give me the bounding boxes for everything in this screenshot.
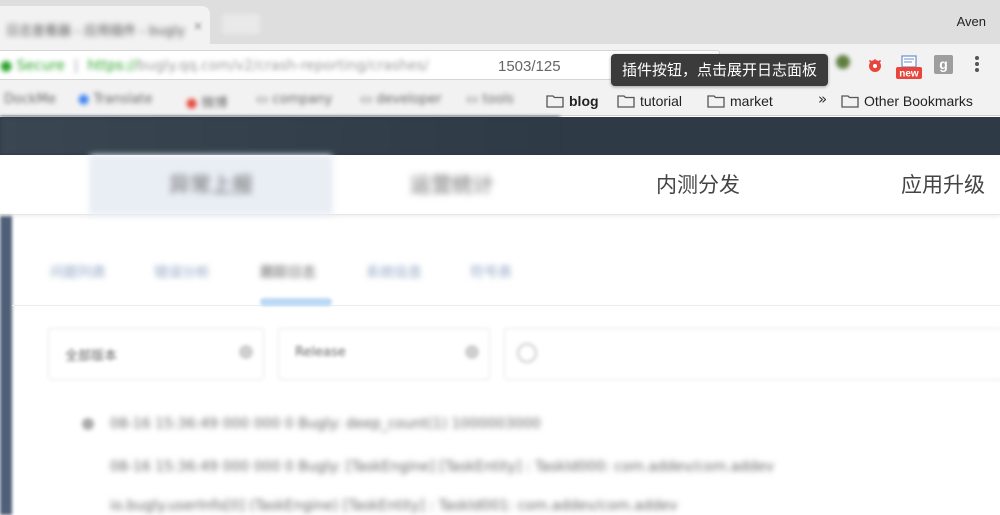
log-plugin-icon[interactable] <box>866 56 884 74</box>
new-tab-button[interactable] <box>222 14 260 34</box>
nav-item-beta-distribution[interactable]: 内测分发 <box>656 155 740 215</box>
subtab-issues[interactable]: 问题列表 <box>50 262 106 282</box>
g-extension-icon[interactable]: g <box>934 55 953 74</box>
nav-item-app-upgrade[interactable]: 应用升级 <box>901 155 985 215</box>
sub-tabs: 问题列表 错误分析 跟踪日志 系统信息 符号表 <box>12 216 1000 306</box>
filter-bar: 全部版本 Release <box>12 306 1000 406</box>
url-scheme: https:// <box>87 58 138 74</box>
version-select-value: 全部版本 <box>65 349 118 364</box>
url-path: /v2/crash-reporting/crashes/ <box>230 58 429 74</box>
folder-icon <box>546 95 564 108</box>
url-host: bugly.qq.com <box>137 58 231 74</box>
folder-icon <box>841 95 859 108</box>
browser-tab[interactable]: 日志查看器 - 应用插件 - bugly × <box>0 6 210 44</box>
version-select[interactable]: 全部版本 <box>48 328 264 380</box>
log-line: io.bugly.userInfo[0] (TaskEngine) [TaskE… <box>110 498 678 514</box>
clear-icon[interactable] <box>239 345 253 359</box>
tab-title: 日志查看器 - 应用插件 - bugly <box>6 24 185 39</box>
extension-icon[interactable] <box>836 55 850 69</box>
nav-label: 运营统计 <box>410 173 494 197</box>
clear-icon[interactable] <box>465 345 479 359</box>
nav-item-crash-report[interactable]: 异常上报 <box>90 155 332 215</box>
bookmark-blurred[interactable]: ● 微博 <box>186 92 228 111</box>
new-badge-text: new <box>899 69 919 80</box>
bookmark-tutorial[interactable]: tutorial <box>617 90 682 112</box>
nav-label: 内测分发 <box>656 173 740 197</box>
page-header-bar <box>0 117 1000 155</box>
status-select[interactable]: Release <box>278 328 490 380</box>
bookmark-label: blog <box>569 93 599 109</box>
subtab-error-analysis[interactable]: 错误分析 <box>154 262 210 282</box>
folder-icon <box>707 95 725 108</box>
bookmark-blurred[interactable]: ▭ developer <box>360 92 442 107</box>
bookmark-label: Other Bookmarks <box>864 93 973 109</box>
bookmark-blurred[interactable]: ▭ tools <box>466 92 514 107</box>
bookmark-market[interactable]: market <box>707 90 773 112</box>
new-extension-icon[interactable]: new <box>896 55 922 79</box>
main-nav: 异常上报 运营统计 内测分发 应用升级 <box>0 155 1000 215</box>
bookmark-blurred[interactable]: ● Translate <box>78 92 153 107</box>
bookmark-other-bookmarks[interactable]: Other Bookmarks <box>841 90 973 112</box>
search-input[interactable] <box>504 328 1000 380</box>
expand-icon[interactable] <box>82 418 94 430</box>
nav-label: 应用升级 <box>901 173 985 197</box>
bookmark-label: market <box>730 93 773 109</box>
subtab-symbols[interactable]: 符号表 <box>470 262 512 282</box>
tab-close-icon[interactable]: × <box>193 19 203 33</box>
log-line: 08-16 15:36:49 000 000 0 Bugly: [TaskEng… <box>110 459 775 475</box>
bookmark-blurred[interactable]: DockMe <box>4 92 56 107</box>
subtab-trace-log[interactable]: 跟踪日志 <box>260 262 316 282</box>
secure-indicator: ● Secure <box>0 58 65 74</box>
browser-toolbar: ● Secure | https://bugly.qq.com/v2/crash… <box>0 44 1000 86</box>
log-list: 08-16 15:36:49 000 000 0 Bugly: deep_cou… <box>12 406 1000 515</box>
bookmark-blog[interactable]: blog <box>546 90 599 112</box>
url-visible-part: 1503/125 <box>498 58 561 75</box>
log-line: 08-16 15:36:49 000 000 0 Bugly: deep_cou… <box>110 416 541 432</box>
plugin-tooltip: 插件按钮，点击展开日志面板 <box>611 54 829 86</box>
bookmark-label: tutorial <box>640 93 683 109</box>
bookmarks-bar: DockMe ● Translate ● 微博 ▭ company ▭ deve… <box>0 86 1000 116</box>
url-blurred: ● Secure | https://bugly.qq.com/v2/crash… <box>0 58 429 74</box>
browser-menu-icon[interactable] <box>970 54 984 76</box>
browser-tab-bar: 日志查看器 - 应用插件 - bugly × Aven <box>0 0 1000 44</box>
active-tab-indicator <box>260 298 332 306</box>
bookmarks-overflow-icon[interactable]: » <box>818 90 827 108</box>
folder-icon <box>617 95 635 108</box>
left-sidebar-strip <box>0 216 12 515</box>
nav-label: 异常上报 <box>169 173 253 197</box>
subtab-system-info[interactable]: 系统信息 <box>366 262 422 282</box>
profile-name[interactable]: Aven <box>957 14 986 29</box>
bookmark-blurred[interactable]: ▭ company <box>256 92 332 107</box>
search-icon <box>517 343 537 363</box>
nav-item-statistics[interactable]: 运营统计 <box>410 155 494 215</box>
status-select-value: Release <box>295 345 346 360</box>
